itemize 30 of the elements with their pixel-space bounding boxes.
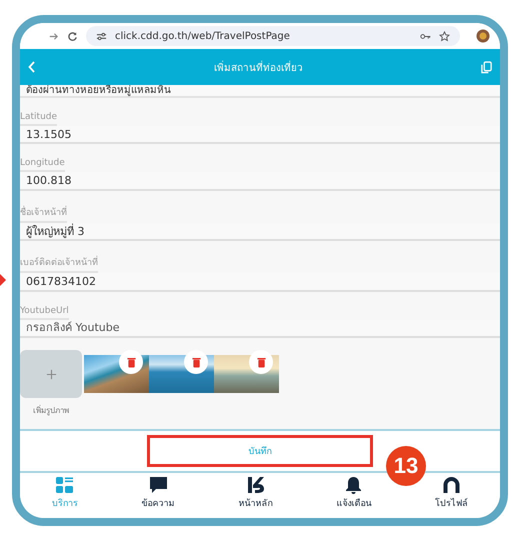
trash-icon (192, 356, 200, 368)
site-settings-icon[interactable] (96, 30, 107, 42)
grid-icon (55, 476, 74, 494)
delete-button[interactable] (119, 350, 143, 374)
page-title: เพิ่มสถานที่ท่องเที่ยว (213, 60, 304, 74)
letter-k-logo-icon (246, 476, 265, 494)
star-icon[interactable] (439, 30, 450, 42)
delete-button[interactable] (184, 350, 208, 374)
delete-button[interactable] (249, 350, 273, 374)
trash-icon (126, 356, 136, 368)
address-bar[interactable]: click.cdd.go.th/web/TravelPostPage (86, 26, 460, 46)
person-icon (442, 476, 462, 494)
bell-icon (344, 476, 364, 494)
nav-tab[interactable]: ข้อความ (142, 476, 175, 518)
forward-arrow-icon[interactable] (48, 30, 59, 42)
trash-icon (256, 356, 266, 368)
nav-tab[interactable]: แจ้งเตือน (336, 476, 372, 518)
copy-icon[interactable] (481, 60, 492, 74)
nav-tab[interactable]: หน้าหลัก (238, 476, 272, 518)
nav-tab[interactable]: โปรไฟล์ (435, 476, 468, 518)
pointer-arrow-icon (0, 274, 6, 286)
back-chevron-icon[interactable] (28, 61, 36, 73)
input-field[interactable]: กรอกลิงค์ Youtube (20, 320, 500, 338)
add-photo-label: เพิ่มรูปภาพ (33, 404, 69, 418)
url-text: click.cdd.go.th/web/TravelPostPage (115, 30, 290, 42)
plus-icon (46, 368, 56, 380)
chat-bubble-icon (148, 476, 168, 494)
profile-avatar-icon[interactable] (476, 29, 490, 43)
input-field[interactable]: ผู้ใหญ่หมู่ที่ 3 (20, 222, 500, 242)
reload-icon[interactable] (67, 30, 78, 42)
